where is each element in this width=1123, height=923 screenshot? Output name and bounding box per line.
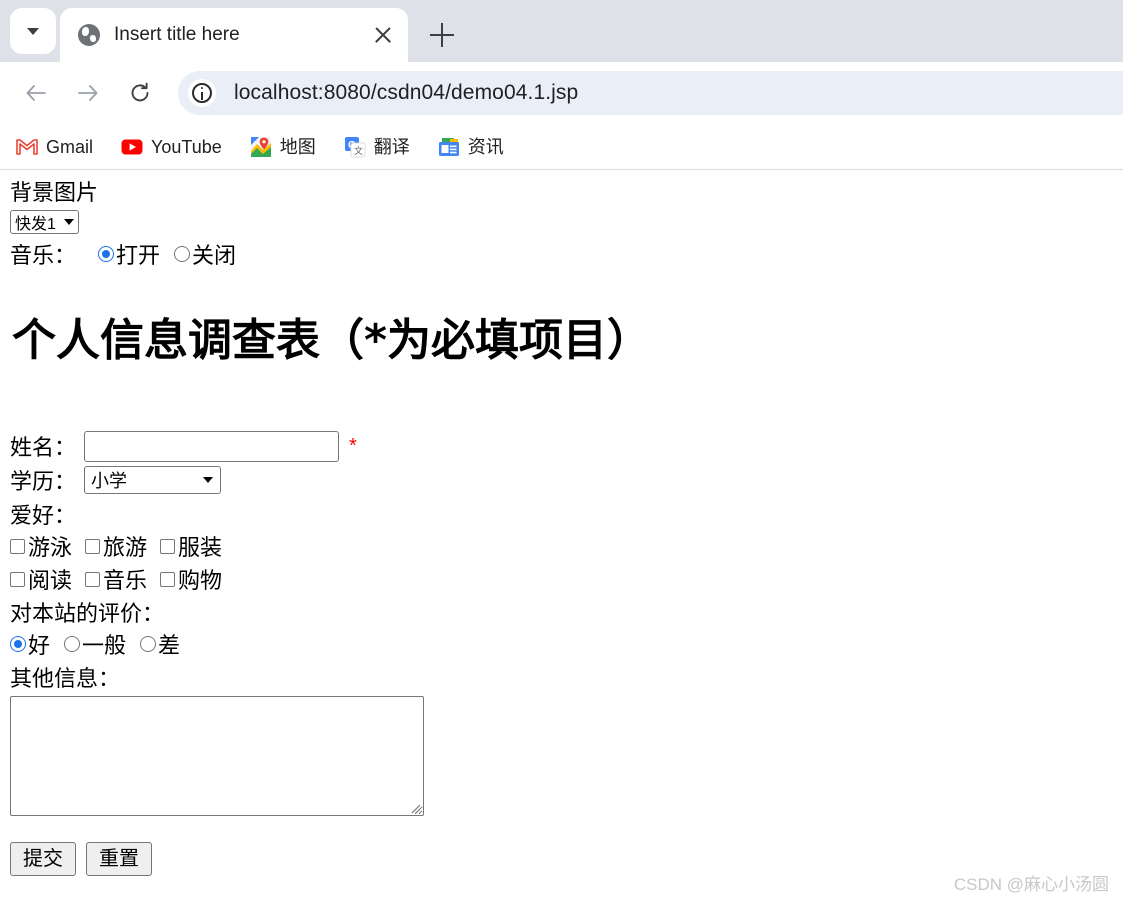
page-content: 背景图片 快发1 音乐： 打开 关闭 个人信息调查表（*为必填项目） 姓名： *…	[0, 170, 1123, 903]
close-icon[interactable]	[370, 22, 396, 48]
rating-label-poor: 差	[158, 633, 181, 659]
reload-icon	[129, 82, 151, 104]
chevron-down-icon	[203, 477, 213, 484]
back-arrow-icon	[25, 82, 47, 104]
google-translate-icon: G 文	[344, 136, 366, 158]
rating-row: 好 一般 差	[10, 628, 1123, 660]
other-info-wrapper	[10, 696, 424, 817]
tab-strip: Insert title here	[0, 0, 1123, 62]
page-title: 个人信息调查表（*为必填项目）	[12, 315, 652, 367]
background-select[interactable]: 快发1	[10, 210, 79, 235]
info-circle-icon[interactable]	[188, 79, 216, 107]
hobby-checkbox-reading[interactable]	[10, 571, 25, 587]
bookmark-translate[interactable]: G 文 翻译	[344, 136, 410, 158]
background-image-label: 背景图片	[10, 180, 99, 205]
music-radio-on-label: 打开	[116, 243, 161, 269]
hobby-label: 爱好：	[10, 503, 77, 529]
other-info-label: 其他信息：	[10, 666, 121, 692]
bookmark-label: YouTube	[151, 136, 222, 157]
hobby-checkbox-clothing[interactable]	[160, 538, 176, 554]
bookmarks-bar: Gmail YouTube 地图 文 翻译 资讯	[0, 124, 1123, 170]
youtube-icon	[121, 136, 143, 158]
bookmark-label: 翻译	[373, 136, 410, 157]
bookmark-gmail[interactable]: Gmail	[16, 136, 93, 158]
music-label: 音乐：	[10, 243, 77, 269]
other-info-textarea[interactable]	[10, 696, 424, 817]
hobby-label-swimming: 游泳	[28, 535, 73, 561]
gmail-icon	[16, 136, 38, 158]
hobby-label-reading: 阅读	[28, 568, 73, 594]
education-select[interactable]: 小学	[84, 466, 221, 495]
rating-radio-average[interactable]	[64, 636, 81, 653]
name-input[interactable]	[84, 430, 339, 462]
hobby-label-travel: 旅游	[103, 535, 148, 561]
forward-button[interactable]	[68, 72, 110, 114]
hobby-checkbox-music[interactable]	[85, 571, 101, 587]
back-button[interactable]	[16, 72, 58, 114]
forward-arrow-icon	[77, 82, 99, 104]
survey-form: 姓名： * 学历： 小学 爱好： 游泳 旅游 服装 阅读 音乐 购物 对本站的评…	[10, 430, 1123, 877]
bookmark-youtube[interactable]: YouTube	[121, 136, 222, 158]
hobby-label-music: 音乐	[103, 568, 148, 594]
bookmark-label: Gmail	[46, 136, 94, 157]
music-radio-off-label: 关闭	[192, 243, 237, 269]
education-label: 学历：	[10, 469, 77, 495]
music-radio-off[interactable]	[174, 246, 191, 263]
hobby-checkbox-travel[interactable]	[85, 538, 101, 554]
browser-window: Insert title here localhost:8080/csdn04/…	[0, 0, 1123, 170]
google-maps-icon	[250, 136, 272, 158]
hobby-label-shopping: 购物	[178, 568, 223, 594]
hobby-label-clothing: 服装	[178, 535, 223, 561]
chevron-down-icon	[63, 219, 74, 226]
hobby-row-2: 阅读 音乐 购物	[10, 563, 1123, 595]
submit-button[interactable]: 提交	[10, 842, 76, 877]
education-row: 学历： 小学	[10, 464, 1123, 496]
background-select-value: 快发1	[15, 216, 56, 234]
music-radio-on[interactable]	[98, 246, 115, 263]
hobby-checkbox-swimming[interactable]	[10, 538, 25, 554]
bookmark-news[interactable]: 资讯	[438, 136, 504, 158]
music-row: 音乐： 打开 关闭	[10, 238, 1123, 270]
rating-label-good: 好	[28, 633, 51, 659]
name-row: 姓名： *	[10, 430, 1123, 462]
education-select-value: 小学	[91, 471, 127, 492]
hobby-row-1: 游泳 旅游 服装	[10, 530, 1123, 562]
browser-tab[interactable]: Insert title here	[60, 8, 408, 62]
new-tab-button[interactable]	[420, 13, 464, 57]
tab-search-button[interactable]	[10, 8, 56, 54]
rating-radio-good[interactable]	[10, 636, 26, 653]
tab-title: Insert title here	[114, 24, 240, 45]
svg-text:文: 文	[354, 145, 363, 157]
globe-icon	[78, 24, 100, 46]
address-bar[interactable]: localhost:8080/csdn04/demo04.1.jsp	[178, 71, 1123, 115]
url-text: localhost:8080/csdn04/demo04.1.jsp	[234, 81, 579, 104]
reset-button[interactable]: 重置	[86, 842, 152, 877]
rating-radio-poor[interactable]	[140, 636, 157, 653]
rating-label: 对本站的评价：	[10, 601, 165, 627]
bookmark-label: 地图	[279, 136, 316, 157]
hobby-checkbox-shopping[interactable]	[160, 571, 176, 587]
required-asterisk: *	[349, 434, 357, 457]
name-label: 姓名：	[10, 435, 77, 461]
watermark: CSDN @麻心小汤圆	[953, 875, 1109, 894]
reload-button[interactable]	[120, 72, 162, 114]
bookmark-maps[interactable]: 地图	[250, 136, 316, 158]
bookmark-label: 资讯	[467, 136, 504, 157]
navigation-toolbar: localhost:8080/csdn04/demo04.1.jsp	[0, 62, 1123, 124]
rating-label-average: 一般	[82, 633, 127, 659]
chevron-down-icon	[27, 27, 39, 35]
google-news-icon	[438, 136, 460, 158]
